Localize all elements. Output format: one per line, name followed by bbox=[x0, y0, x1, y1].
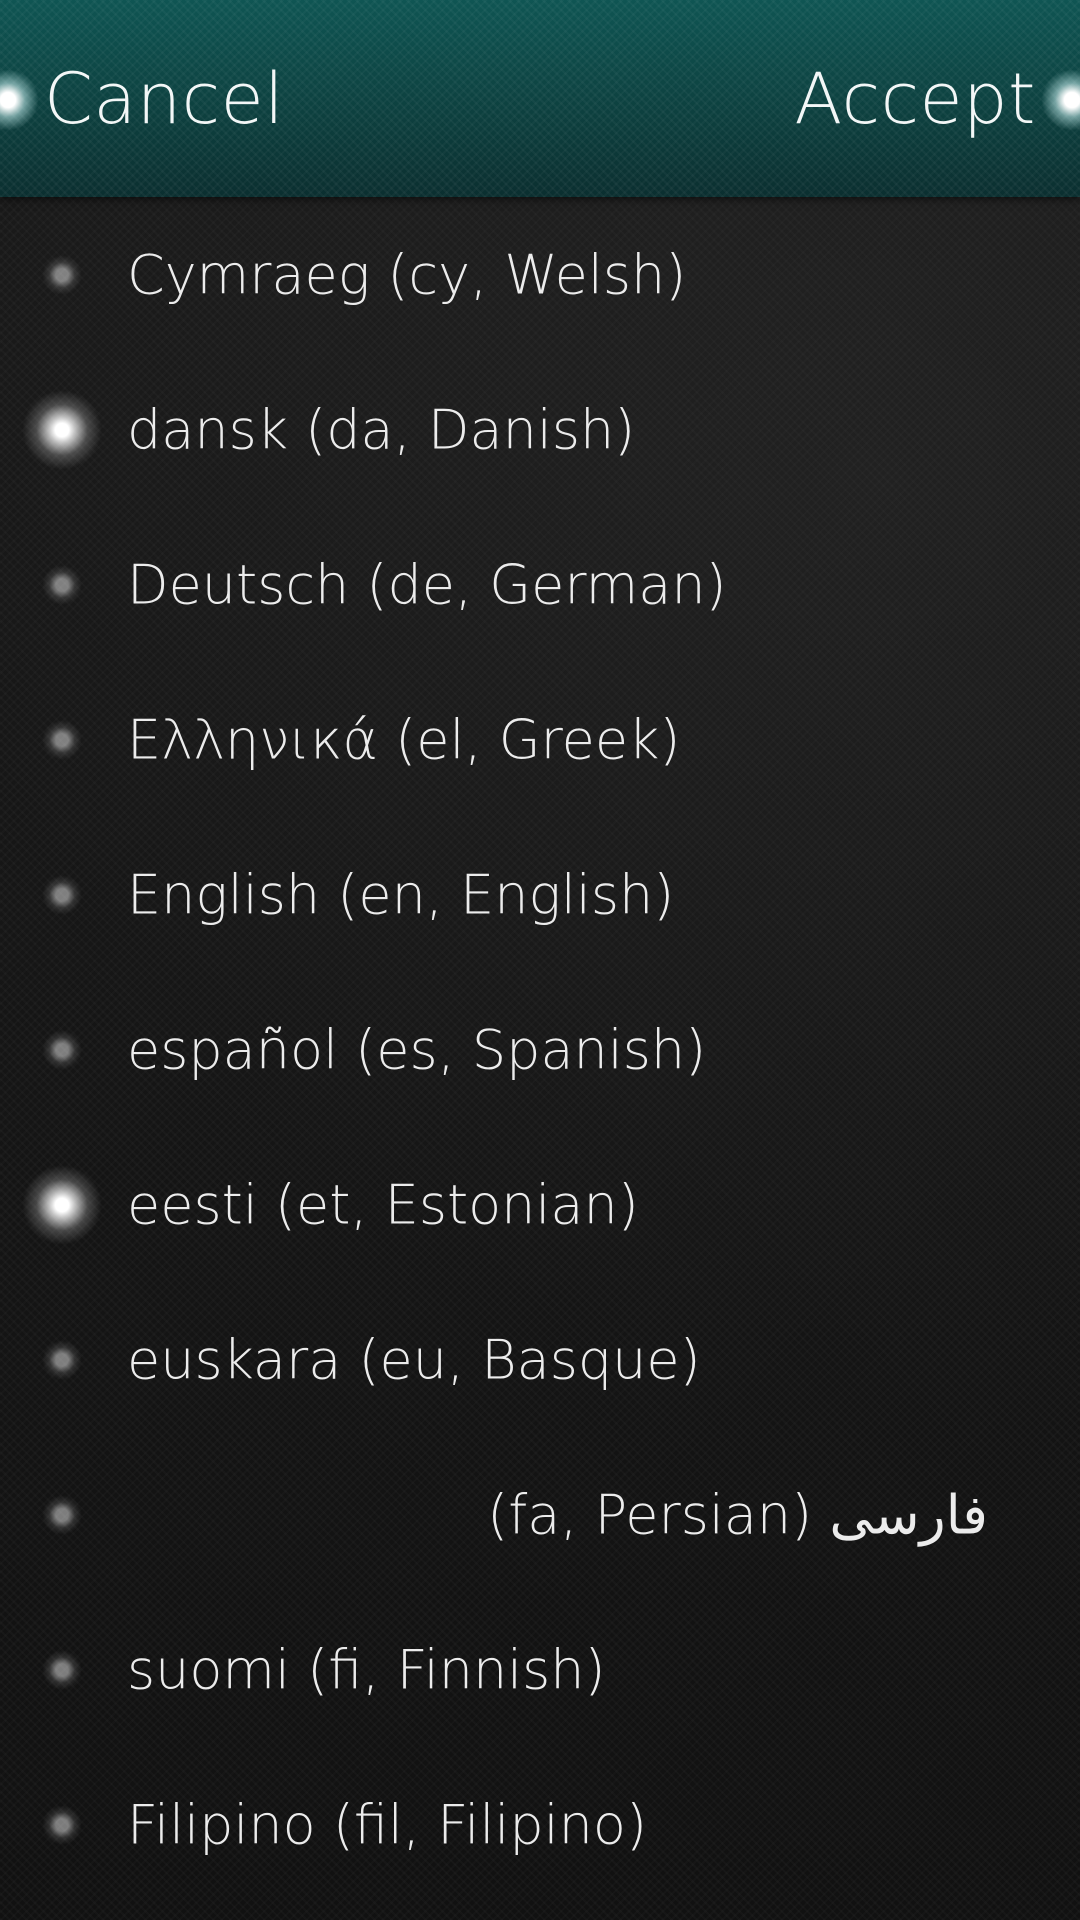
selection-indicator-icon bbox=[42, 1339, 82, 1380]
language-label: English (en, English) bbox=[127, 863, 675, 926]
language-label: euskara (eu, Basque) bbox=[127, 1328, 701, 1391]
language-label: dansk (da, Danish) bbox=[127, 398, 636, 461]
language-item-fil[interactable]: Filipino (fil, Filipino) bbox=[0, 1747, 1080, 1902]
language-label: Filipino (fil, Filipino) bbox=[127, 1793, 648, 1856]
header-glow-right-icon bbox=[1042, 70, 1080, 130]
selection-indicator-icon bbox=[22, 389, 102, 470]
language-item-en[interactable]: English (en, English) bbox=[0, 817, 1080, 972]
selection-indicator-icon bbox=[42, 254, 82, 295]
accept-button[interactable]: Accept bbox=[794, 54, 1036, 144]
dialog-header: Cancel Accept bbox=[0, 0, 1080, 197]
language-item-da[interactable]: dansk (da, Danish) bbox=[0, 352, 1080, 507]
selection-indicator-icon bbox=[42, 1804, 82, 1845]
language-label: Ελληνικά (el, Greek) bbox=[127, 708, 681, 771]
selection-indicator-icon bbox=[42, 1649, 82, 1690]
selection-indicator-icon bbox=[42, 1029, 82, 1070]
language-label: español (es, Spanish) bbox=[127, 1018, 707, 1081]
language-item-de[interactable]: Deutsch (de, German) bbox=[0, 507, 1080, 662]
language-item-fa[interactable]: فارسی (fa, Persian) bbox=[0, 1437, 1080, 1592]
cancel-button[interactable]: Cancel bbox=[44, 54, 284, 144]
language-item-cy[interactable]: Cymraeg (cy, Welsh) bbox=[0, 197, 1080, 352]
language-label: suomi (fi, Finnish) bbox=[127, 1638, 606, 1701]
language-label: Cymraeg (cy, Welsh) bbox=[127, 243, 687, 306]
language-item-es[interactable]: español (es, Spanish) bbox=[0, 972, 1080, 1127]
language-item-et[interactable]: eesti (et, Estonian) bbox=[0, 1127, 1080, 1282]
language-item-eu[interactable]: euskara (eu, Basque) bbox=[0, 1282, 1080, 1437]
selection-indicator-icon bbox=[42, 719, 82, 760]
language-item-fi[interactable]: suomi (fi, Finnish) bbox=[0, 1592, 1080, 1747]
language-label: فارسی (fa, Persian) bbox=[487, 1483, 988, 1546]
language-list[interactable]: Cymraeg (cy, Welsh) dansk (da, Danish) D… bbox=[0, 197, 1080, 1902]
selection-indicator-icon bbox=[42, 1494, 82, 1535]
selection-indicator-icon bbox=[42, 874, 82, 915]
header-glow-left-icon bbox=[0, 70, 38, 130]
selection-indicator-icon bbox=[22, 1164, 102, 1245]
language-label: Deutsch (de, German) bbox=[127, 553, 727, 616]
language-label: eesti (et, Estonian) bbox=[127, 1173, 639, 1236]
language-item-el[interactable]: Ελληνικά (el, Greek) bbox=[0, 662, 1080, 817]
selection-indicator-icon bbox=[42, 564, 82, 605]
